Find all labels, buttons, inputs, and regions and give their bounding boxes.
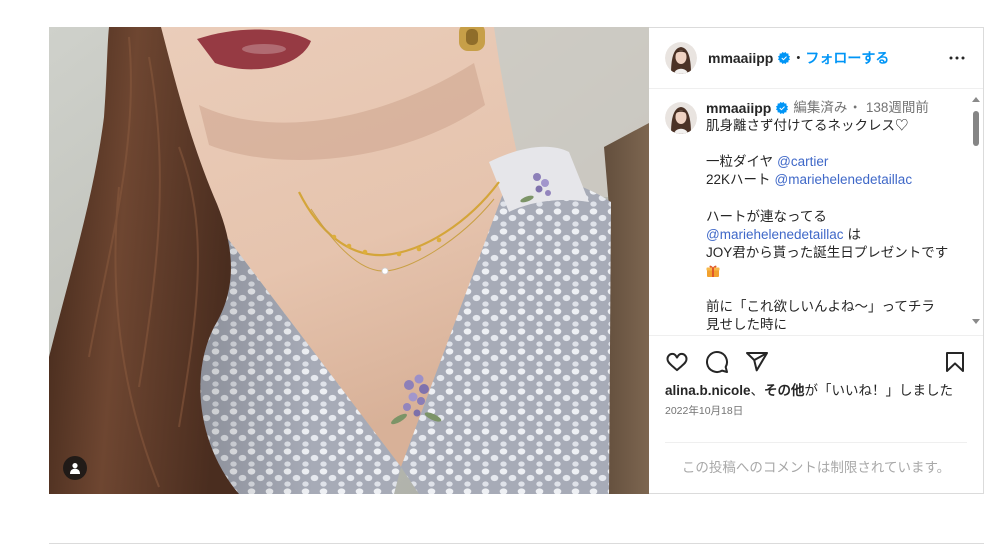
- scroll-down-arrow-icon[interactable]: [972, 319, 980, 324]
- caption-text-segment: 一粒ダイヤ: [706, 154, 774, 170]
- liked-by-user[interactable]: alina.b.nicole: [665, 383, 751, 398]
- likes-summary: alina.b.nicole、その他が「いいね！」しました: [665, 382, 953, 400]
- verified-badge-icon: [776, 102, 789, 115]
- comment-icon: [706, 351, 728, 373]
- caption-line-9: 見せした時に: [706, 317, 787, 333]
- caption-scrollbar[interactable]: [970, 94, 982, 330]
- post-media[interactable]: [49, 27, 649, 494]
- caption-section: mmaaiipp 編集済み ・ 138週間前 肌身離さず付けてるネックレス♡ 一…: [649, 90, 983, 335]
- mention-link-mariehelenedetaillac[interactable]: @mariehelenedetaillac: [706, 226, 844, 244]
- scroll-up-arrow-icon[interactable]: [972, 97, 980, 102]
- time-ago[interactable]: 138週間前: [866, 99, 929, 117]
- post-date[interactable]: 2022年10月18日: [665, 404, 743, 418]
- like-button[interactable]: [665, 350, 689, 374]
- likes-separator: 、: [750, 383, 765, 398]
- caption-line-4: ハートが連なってる: [706, 208, 827, 224]
- follow-button[interactable]: フォローする: [805, 48, 889, 68]
- avatar[interactable]: [665, 42, 697, 74]
- edited-label: 編集済み: [793, 100, 848, 115]
- caption-line-3: 22Kハート @mariehelenedetaillac: [706, 171, 968, 189]
- page-divider: [49, 543, 984, 544]
- post-photo: [49, 27, 649, 494]
- comments-divider: [665, 442, 967, 443]
- caption-text: mmaaiipp 編集済み ・ 138週間前 肌身離さず付けてるネックレス♡ 一…: [706, 99, 968, 334]
- earring: [459, 27, 485, 51]
- comment-button[interactable]: [705, 350, 729, 374]
- post-header: mmaaiipp ・ フォローする: [649, 28, 983, 89]
- meta-separator: ・: [848, 100, 862, 115]
- caption-line-5: @mariehelenedetaillac は: [706, 226, 968, 244]
- share-button[interactable]: [745, 350, 769, 374]
- verified-badge-icon: [778, 52, 791, 64]
- caption-text-segment: は: [847, 226, 862, 242]
- mention-link-cartier[interactable]: @cartier: [777, 153, 828, 171]
- caption-line-8: 前に「これ欲しいんよね〜」ってチラ: [706, 299, 935, 315]
- caption-avatar[interactable]: [665, 102, 697, 134]
- send-icon: [746, 352, 768, 372]
- heart-icon: [666, 352, 688, 372]
- mention-link-mariehelenedetaillac[interactable]: @mariehelenedetaillac: [775, 171, 913, 189]
- save-button[interactable]: [943, 350, 967, 374]
- user-tag-button[interactable]: [63, 456, 87, 480]
- user-tag-icon: [70, 463, 80, 474]
- scrollbar-thumb[interactable]: [973, 111, 979, 146]
- caption-line-1: 肌身離さず付けてるネックレス♡: [706, 118, 909, 134]
- header-separator: ・: [791, 50, 806, 66]
- caption-line-6: JOY君から貰った誕生日プレゼントです: [706, 244, 949, 260]
- caption-text-segment: 22Kハート: [706, 172, 771, 188]
- more-options-icon: [949, 56, 965, 60]
- caption-line-7: [706, 262, 968, 280]
- caption-line-2: 一粒ダイヤ @cartier: [706, 153, 968, 171]
- diamond-pendant: [381, 267, 389, 275]
- gift-emoji-icon: [706, 264, 720, 278]
- comments-restricted-notice: この投稿へのコメントは制限されています。: [681, 460, 951, 475]
- header-user-row: mmaaiipp ・ フォローする: [708, 49, 889, 67]
- more-options-button[interactable]: [945, 46, 969, 70]
- caption-username[interactable]: mmaaiipp: [706, 99, 771, 117]
- lip-highlight: [242, 44, 286, 54]
- likes-others-link[interactable]: その他: [764, 383, 805, 398]
- caption-meta-row: mmaaiipp 編集済み ・ 138週間前: [706, 99, 968, 117]
- header-username[interactable]: mmaaiipp: [708, 50, 773, 66]
- post-details-panel: mmaaiipp ・ フォローする mmaaiipp 編集済み ・ 138週間前…: [649, 27, 984, 494]
- likes-suffix: が「いいね！」しました: [804, 383, 954, 398]
- bookmark-icon: [946, 352, 964, 372]
- actions-divider: [649, 335, 983, 336]
